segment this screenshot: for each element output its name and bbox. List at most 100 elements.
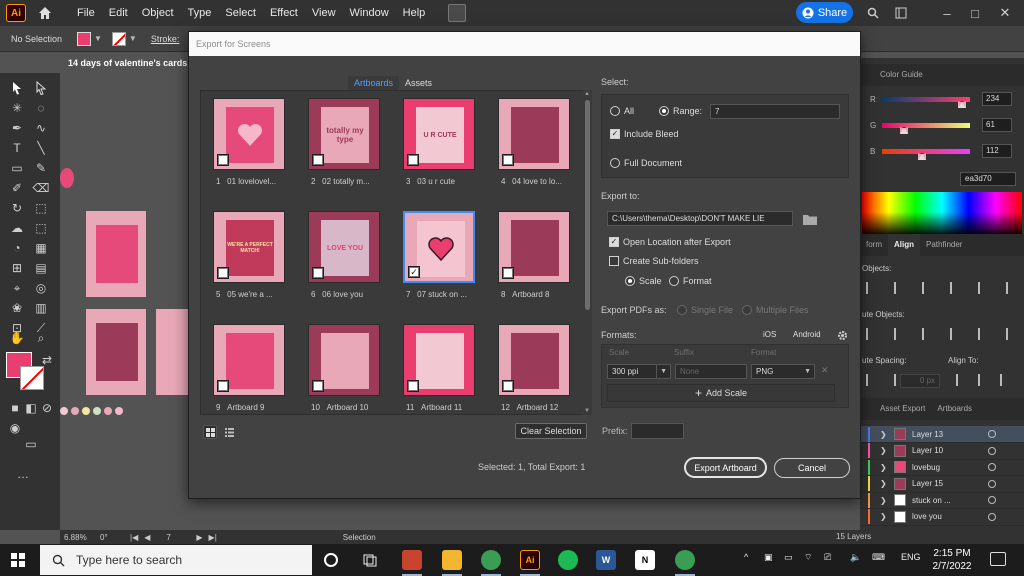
- artboard-thumbnail[interactable]: ✓: [403, 211, 475, 283]
- selection-tool-icon[interactable]: [8, 79, 26, 97]
- task-view-icon[interactable]: [360, 550, 380, 570]
- artboard-checkbox[interactable]: [312, 154, 324, 166]
- artboard-checkbox[interactable]: [217, 380, 229, 392]
- illustrator-icon[interactable]: Ai: [520, 550, 540, 570]
- artboard-thumbnail[interactable]: [403, 324, 475, 396]
- layer-name[interactable]: Layer 13: [912, 430, 974, 439]
- chevron-down-icon[interactable]: ▼: [656, 365, 667, 378]
- include-bleed-checkbox[interactable]: ✓: [610, 129, 620, 139]
- layer-row[interactable]: ❯ stuck on ...: [860, 492, 1024, 509]
- layer-name[interactable]: stuck on ...: [912, 496, 974, 505]
- distribute-bottom-icon[interactable]: [922, 328, 934, 340]
- search-icon[interactable]: [864, 4, 882, 22]
- ios-preset-button[interactable]: iOS: [763, 330, 776, 339]
- free-transform-icon[interactable]: ⬚: [32, 219, 50, 237]
- chevron-down-icon[interactable]: ▼: [94, 34, 102, 43]
- type-tool-icon[interactable]: T: [8, 139, 26, 157]
- tab-artboards[interactable]: Artboards: [348, 76, 400, 90]
- red-value-input[interactable]: 234: [982, 92, 1012, 106]
- cortana-icon[interactable]: [324, 553, 338, 567]
- clear-selection-button[interactable]: Clear Selection: [515, 423, 587, 439]
- none-mode-icon[interactable]: ⊘: [38, 399, 56, 417]
- artboard-checkbox[interactable]: [312, 267, 324, 279]
- red-slider-thumb[interactable]: [958, 100, 966, 108]
- menu-object[interactable]: Object: [135, 0, 181, 26]
- perspective-icon[interactable]: ▦: [32, 239, 50, 257]
- more-tools-icon[interactable]: …: [14, 465, 32, 483]
- hex-input[interactable]: ea3d70: [960, 172, 1016, 186]
- green-value-input[interactable]: 61: [982, 118, 1012, 132]
- battery-icon[interactable]: ▭: [784, 552, 793, 563]
- eraser-icon[interactable]: ⌫: [32, 179, 50, 197]
- minimize-icon[interactable]: –: [938, 4, 956, 22]
- format-select[interactable]: PNG ▼: [751, 364, 815, 379]
- graph-tool-icon[interactable]: ▥: [32, 299, 50, 317]
- layer-row[interactable]: ❯ Layer 13: [860, 426, 1024, 443]
- home-icon[interactable]: [34, 2, 56, 24]
- tab-color-guide[interactable]: Color Guide: [874, 64, 929, 86]
- rectangle-tool-icon[interactable]: ▭: [8, 159, 26, 177]
- red-slider[interactable]: [882, 96, 970, 108]
- shape-builder-icon[interactable]: ◔: [8, 239, 26, 257]
- document-tab[interactable]: 14 days of valentine's cards.ai: [60, 53, 188, 73]
- all-radio[interactable]: [610, 106, 620, 116]
- keyboard-icon[interactable]: ⌨: [872, 552, 885, 563]
- chevron-right-icon[interactable]: ❯: [880, 463, 888, 472]
- explorer-icon[interactable]: [442, 550, 462, 570]
- shaper-icon[interactable]: ✐: [8, 179, 26, 197]
- artboard-checkbox[interactable]: ✓: [408, 266, 420, 278]
- android-preset-button[interactable]: Android: [793, 330, 821, 339]
- layer-target-icon[interactable]: [988, 512, 996, 521]
- grid-view-icon[interactable]: [203, 425, 217, 439]
- chevron-down-icon[interactable]: ▼: [804, 365, 811, 378]
- lasso-icon[interactable]: ◌: [32, 99, 50, 117]
- artboard-thumbnail[interactable]: totally my type: [308, 98, 380, 170]
- screen-mode-icon[interactable]: ▭: [22, 435, 40, 453]
- format-radio[interactable]: [669, 276, 679, 286]
- align-top-icon[interactable]: [950, 282, 962, 294]
- curvature-icon[interactable]: ∿: [32, 119, 50, 137]
- artboard-thumbnail[interactable]: [213, 324, 285, 396]
- gradient-icon[interactable]: ▤: [32, 259, 50, 277]
- paintbrush-icon[interactable]: ✎: [32, 159, 50, 177]
- word-icon[interactable]: W: [596, 550, 616, 570]
- blend-icon[interactable]: ◎: [32, 279, 50, 297]
- color-spectrum[interactable]: [862, 192, 1022, 236]
- artboard-thumbnail[interactable]: [308, 324, 380, 396]
- stroke-label[interactable]: Stroke:: [151, 34, 180, 44]
- menu-edit[interactable]: Edit: [102, 0, 135, 26]
- chrome-icon[interactable]: [481, 550, 501, 570]
- tab-assets[interactable]: Assets: [399, 76, 438, 90]
- taskbar-search-box[interactable]: Type here to search: [40, 545, 312, 575]
- swap-icon[interactable]: ⇄: [38, 351, 56, 369]
- distribute-vspace-icon[interactable]: [866, 374, 878, 386]
- scroll-up-icon[interactable]: ▲: [584, 91, 590, 97]
- align-vcenter-icon[interactable]: [978, 282, 990, 294]
- chevron-right-icon[interactable]: ❯: [880, 496, 888, 505]
- zoom-tool-icon[interactable]: ⌕: [32, 329, 50, 347]
- status-mode[interactable]: Selection: [343, 533, 376, 542]
- tray-overflow-icon[interactable]: ^: [744, 552, 748, 562]
- menu-select[interactable]: Select: [218, 0, 263, 26]
- layer-name[interactable]: love you: [912, 512, 974, 521]
- artboard-checkbox[interactable]: [502, 267, 514, 279]
- workspace-icon[interactable]: [892, 4, 910, 22]
- align-to-key-icon[interactable]: [978, 374, 990, 386]
- layer-target-icon[interactable]: [988, 479, 996, 488]
- distribute-hcenter-icon[interactable]: [978, 328, 990, 340]
- rotate-icon[interactable]: ↻: [8, 199, 26, 217]
- full-document-radio[interactable]: [610, 158, 620, 168]
- spotify-icon[interactable]: [558, 550, 578, 570]
- chevron-right-icon[interactable]: ❯: [880, 446, 888, 455]
- first-page-icon[interactable]: |◀: [130, 533, 138, 542]
- arrange-documents-button[interactable]: [448, 4, 467, 22]
- tab-asset-export[interactable]: Asset Export: [874, 398, 931, 420]
- distribute-top-icon[interactable]: [866, 328, 878, 340]
- network-icon[interactable]: ⎚: [824, 552, 831, 563]
- direct-selection-icon[interactable]: [32, 79, 50, 97]
- artboard-thumbnail[interactable]: WE'RE A PERFECT MATCH!: [213, 211, 285, 283]
- taskbar-clock[interactable]: 2:15 PM 2/7/2022: [924, 547, 980, 573]
- range-radio[interactable]: [659, 106, 669, 116]
- align-right-icon[interactable]: [922, 282, 934, 294]
- remove-scale-icon[interactable]: ✕: [821, 365, 829, 376]
